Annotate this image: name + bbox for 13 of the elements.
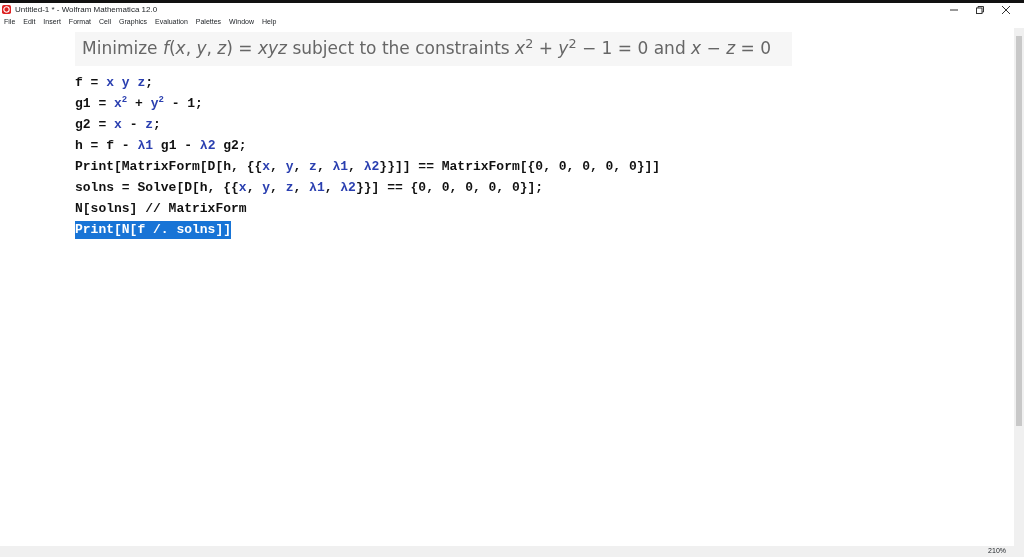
code-line[interactable]: g2 = x - z;: [75, 115, 161, 134]
code-line[interactable]: f = x y z;: [75, 73, 154, 92]
scrollbar[interactable]: [1014, 28, 1024, 546]
close-icon[interactable]: [1002, 5, 1010, 14]
code-line[interactable]: solns = Solve[D[h, {{x, y, z, λ1, λ2}}] == {0, 0, 0, 0, 0}];: [75, 178, 544, 197]
title-cell: Minimize f(x, y, z) = xyz subject to the constraints x$^{2}$ + y$^{2}$ − 1 = 0 and x − z = 0: [75, 32, 792, 66]
code-line[interactable]: h = f - λ1 g1 - λ2 g2;: [75, 136, 247, 155]
code-line[interactable]: g1 = x$^{2}$ + y$^{2}$ - 1;: [75, 94, 203, 113]
restore-icon[interactable]: [976, 5, 984, 14]
window-title: Untitled-1 * - Wolfram Mathematica 12.0: [15, 3, 158, 16]
code-line[interactable]: N[solns] // MatrixForm: [75, 199, 247, 218]
app-icon: [2, 5, 11, 14]
code-line[interactable]: Print[MatrixForm[D[h, {{x, y, z, λ1, λ2}}]] == MatrixForm[{0, 0, 0, 0, 0}]]: [75, 157, 661, 176]
